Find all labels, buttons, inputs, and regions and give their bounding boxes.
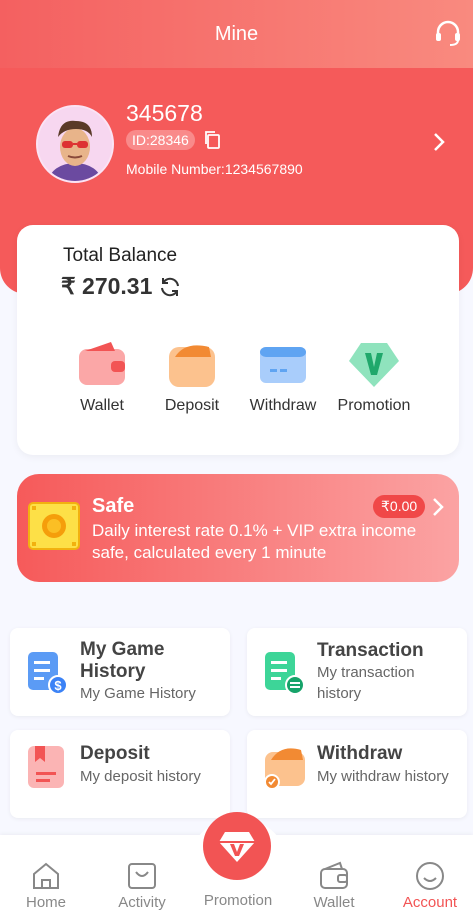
user-id-badge: ID:28346: [126, 130, 195, 150]
balance-card: Total Balance ₹ 270.31 Wallet Deposit Wi…: [17, 225, 459, 455]
user-name: 345678: [126, 100, 203, 126]
refresh-icon[interactable]: [158, 275, 182, 299]
quick-withdraw-button[interactable]: Withdraw: [235, 337, 331, 415]
activity-bag-icon: [128, 863, 156, 889]
game-history-title: My Game History: [80, 639, 165, 682]
home-icon: [33, 862, 59, 889]
withdraw-history-title: Withdraw: [317, 743, 403, 764]
transaction-history-card[interactable]: Transaction My transaction history: [247, 628, 467, 716]
safe-title: Safe: [92, 495, 135, 517]
quick-promotion-button[interactable]: Promotion: [326, 337, 422, 415]
deposit-history-title: Deposit: [80, 743, 150, 764]
tab-activity[interactable]: Activity: [102, 860, 182, 912]
tab-wallet[interactable]: Wallet: [294, 860, 374, 912]
diamond-icon: [219, 832, 255, 862]
user-id-row: ID:28346: [126, 130, 221, 150]
chevron-right-icon[interactable]: [432, 131, 446, 153]
balance-amount: ₹ 270.31: [61, 273, 153, 299]
promotion-diamond-icon: [349, 343, 399, 387]
wallet-icon: [79, 342, 125, 385]
account-face-icon: [416, 862, 444, 890]
withdraw-history-subtitle: My withdraw history: [317, 768, 449, 785]
deposit-history-subtitle: My deposit history: [80, 768, 201, 785]
balance-label: Total Balance: [63, 245, 178, 266]
game-history-subtitle: My Game History: [80, 685, 196, 702]
transaction-subtitle: My transaction history: [317, 664, 415, 702]
quick-deposit-button[interactable]: Deposit: [144, 337, 240, 415]
avatar-image: [38, 107, 112, 181]
quick-withdraw-label: Withdraw: [249, 397, 317, 414]
tab-wallet-label: Wallet: [313, 894, 355, 911]
avatar[interactable]: [36, 105, 114, 183]
chevron-right-icon[interactable]: [432, 497, 444, 517]
quick-promotion-label: Promotion: [337, 397, 411, 414]
balance-row: ₹ 270.31: [61, 273, 182, 300]
svg-text:$: $: [54, 678, 62, 693]
mobile-number: Mobile Number:1234567890: [126, 161, 303, 177]
withdraw-history-card[interactable]: Withdraw My withdraw history: [247, 730, 467, 818]
quick-wallet-label: Wallet: [80, 397, 124, 414]
game-history-icon: $: [28, 652, 68, 695]
transaction-icon: [265, 652, 305, 695]
copy-icon[interactable]: [203, 130, 221, 150]
wallet-icon: [320, 861, 348, 889]
deposit-history-icon: [28, 746, 64, 788]
tab-activity-label: Activity: [118, 894, 166, 911]
transaction-title: Transaction: [317, 640, 424, 661]
withdraw-card-icon: [260, 347, 306, 383]
tab-promotion[interactable]: [203, 812, 271, 880]
withdraw-history-icon: [264, 748, 305, 790]
safe-box-icon: [28, 502, 80, 550]
headset-support-icon[interactable]: [433, 18, 463, 48]
page-title: Mine: [214, 22, 259, 45]
quick-wallet-button[interactable]: Wallet: [54, 337, 150, 415]
tab-promotion-label: Promotion: [203, 892, 273, 909]
game-history-card[interactable]: $ My Game History My Game History: [10, 628, 230, 716]
safe-balance-badge: ₹0.00: [373, 495, 426, 518]
deposit-icon: [169, 345, 215, 387]
quick-deposit-label: Deposit: [164, 397, 220, 414]
tab-account[interactable]: Account: [390, 860, 470, 912]
deposit-history-card[interactable]: Deposit My deposit history: [10, 730, 230, 818]
safe-card[interactable]: Safe ₹0.00 Daily interest rate 0.1% + VI…: [17, 474, 459, 582]
tab-home[interactable]: Home: [6, 860, 86, 912]
safe-description: Daily interest rate 0.1% + VIP extra inc…: [92, 521, 417, 562]
app-header: Mine: [0, 0, 473, 68]
tab-account-label: Account: [402, 894, 458, 911]
tab-home-label: Home: [25, 894, 66, 911]
